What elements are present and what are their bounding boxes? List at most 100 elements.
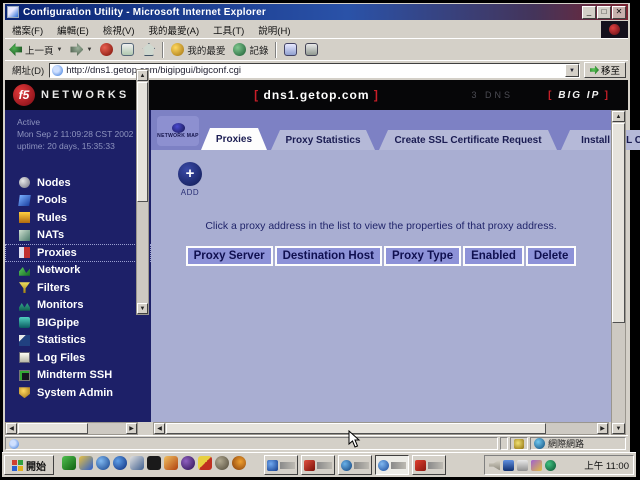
sidebar-item-pools[interactable]: Pools xyxy=(5,192,151,210)
back-dropdown-icon[interactable]: ▼ xyxy=(57,47,63,53)
sidebar-item-nats[interactable]: NATs xyxy=(5,227,151,245)
minimize-button[interactable]: _ xyxy=(582,6,596,19)
scroll-left-icon[interactable]: ◀ xyxy=(6,423,17,434)
tray-icon[interactable] xyxy=(531,460,542,471)
menu-edit[interactable]: 編輯(E) xyxy=(50,23,96,37)
sidebar-item-statistics[interactable]: Statistics xyxy=(5,332,151,350)
ie-quicklaunch-icon[interactable] xyxy=(113,456,127,470)
refresh-button[interactable] xyxy=(117,42,138,57)
print-button[interactable] xyxy=(301,42,322,57)
quick-launch-bar xyxy=(62,456,246,470)
back-button[interactable]: 上一頁 ▼ xyxy=(5,42,66,58)
quicklaunch-icon[interactable] xyxy=(79,456,93,470)
quicklaunch-icon[interactable] xyxy=(198,456,212,470)
tray-icon[interactable] xyxy=(545,460,556,471)
main-vertical-scrollbar[interactable]: ▲ ▼ xyxy=(611,110,626,435)
scroll-up-icon[interactable]: ▲ xyxy=(137,70,148,81)
quicklaunch-icon[interactable] xyxy=(181,456,195,470)
menu-favorites[interactable]: 我的最愛(A) xyxy=(141,23,206,37)
quicklaunch-icon[interactable] xyxy=(215,456,229,470)
sidebar-item-nodes[interactable]: Nodes xyxy=(5,174,151,192)
browser-status-bar: 網際網路 xyxy=(5,435,628,451)
column-header-enabled: Enabled xyxy=(463,246,524,266)
tab-create-ssl-certificate-request[interactable]: Create SSL Certificate Request xyxy=(379,130,557,150)
scroll-down-icon[interactable]: ▼ xyxy=(612,423,625,434)
forward-button[interactable]: ▼ xyxy=(66,42,96,57)
quicklaunch-icon[interactable] xyxy=(164,456,178,470)
sidebar-item-rules[interactable]: Rules xyxy=(5,209,151,227)
column-header-delete: Delete xyxy=(526,246,577,266)
favorites-button[interactable]: 我的最愛 xyxy=(167,42,229,58)
quicklaunch-icon[interactable] xyxy=(96,456,110,470)
scroll-right-icon[interactable]: ▶ xyxy=(597,423,608,434)
menu-tools[interactable]: 工具(T) xyxy=(206,23,251,37)
proxies-icon xyxy=(19,247,30,258)
hostname-banner: [ dns1.getop.com ] xyxy=(5,88,628,102)
quicklaunch-icon[interactable] xyxy=(130,456,144,470)
history-button[interactable]: 記錄 xyxy=(229,42,272,58)
quicklaunch-icon[interactable] xyxy=(62,456,76,470)
home-button[interactable] xyxy=(138,42,159,57)
quicklaunch-icon[interactable] xyxy=(147,456,161,470)
sidebar-horizontal-scrollbar[interactable]: ◀ ▶ xyxy=(5,422,138,435)
status-uptime: uptime: 20 days, 15:35:33 xyxy=(17,140,151,152)
document-icon xyxy=(9,439,19,449)
sidebar-vertical-scrollbar[interactable]: ▲ ▼ xyxy=(136,69,149,315)
sidebar-item-logfiles[interactable]: Log Files xyxy=(5,349,151,367)
menu-bar: 檔案(F) 編輯(E) 檢視(V) 我的最愛(A) 工具(T) 說明(H) xyxy=(5,21,628,38)
menu-file[interactable]: 檔案(F) xyxy=(5,23,50,37)
status-security-panel xyxy=(510,437,528,450)
scroll-up-icon[interactable]: ▲ xyxy=(612,111,625,122)
taskbar-window-button[interactable] xyxy=(301,455,335,475)
tab-proxy-statistics[interactable]: Proxy Statistics xyxy=(271,130,375,150)
scroll-left-icon[interactable]: ◀ xyxy=(154,423,165,434)
menu-help[interactable]: 說明(H) xyxy=(251,23,297,37)
address-input[interactable]: http://dns1.getop.com/bigipgui/bigconf.c… xyxy=(49,63,580,78)
menu-view[interactable]: 檢視(V) xyxy=(96,23,142,37)
sidebar-item-filters[interactable]: Filters xyxy=(5,279,151,297)
sidebar-item-monitors[interactable]: Monitors xyxy=(5,297,151,315)
main-horizontal-scrollbar[interactable]: ◀ ▶ xyxy=(153,422,609,435)
scroll-right-icon[interactable]: ▶ xyxy=(126,423,137,434)
taskbar-window-button[interactable] xyxy=(264,455,298,475)
system-tray: 上午 11:00 xyxy=(484,455,634,475)
go-button[interactable]: 移至 xyxy=(584,62,626,78)
volume-icon[interactable] xyxy=(489,460,500,471)
tray-icon[interactable] xyxy=(503,460,514,471)
stop-button[interactable] xyxy=(96,42,117,57)
print-icon xyxy=(305,43,318,56)
nats-icon xyxy=(19,230,30,241)
maximize-button[interactable]: □ xyxy=(597,6,611,19)
sidebar-item-bigpipe[interactable]: BIGpipe xyxy=(5,314,151,332)
add-proxy-button[interactable]: + ADD xyxy=(169,162,211,197)
add-icon: + xyxy=(178,162,202,186)
mail-button[interactable] xyxy=(280,42,301,57)
tab-install-ssl-certificate[interactable]: Install SSL Certif xyxy=(561,130,640,150)
taskbar-window-button[interactable] xyxy=(338,455,372,475)
taskbar: 開始 上午 11:00 xyxy=(2,452,636,477)
close-button[interactable]: ✕ xyxy=(612,6,626,19)
tray-icon[interactable] xyxy=(517,460,528,471)
sidebar-item-network[interactable]: Network xyxy=(5,262,151,280)
scrollbar-thumb[interactable] xyxy=(612,123,625,323)
address-dropdown-icon[interactable]: ▼ xyxy=(565,64,579,77)
back-icon xyxy=(9,43,22,56)
taskbar-window-button-active[interactable] xyxy=(375,455,409,475)
title-bar[interactable]: Configuration Utility - Microsoft Intern… xyxy=(5,4,628,20)
sidebar-item-system-admin[interactable]: System Admin xyxy=(5,384,151,402)
monitors-icon xyxy=(19,300,30,311)
taskbar-window-button[interactable] xyxy=(412,455,446,475)
logfiles-icon xyxy=(19,352,30,363)
scrollbar-thumb[interactable] xyxy=(18,423,88,434)
sidebar-item-proxies[interactable]: Proxies xyxy=(5,244,151,262)
start-button[interactable]: 開始 xyxy=(4,455,54,475)
status-datetime: Mon Sep 2 11:09:28 CST 2002 xyxy=(17,128,151,140)
tab-proxies[interactable]: Proxies xyxy=(201,128,267,150)
security-icon xyxy=(514,439,524,449)
forward-dropdown-icon[interactable]: ▼ xyxy=(86,47,92,53)
quicklaunch-icon[interactable] xyxy=(232,456,246,470)
scroll-down-icon[interactable]: ▼ xyxy=(137,303,148,314)
scrollbar-thumb[interactable] xyxy=(137,82,148,202)
network-map-button[interactable]: NETWORK MAP xyxy=(157,116,199,146)
sidebar-item-mindterm-ssh[interactable]: Mindterm SSH xyxy=(5,367,151,385)
